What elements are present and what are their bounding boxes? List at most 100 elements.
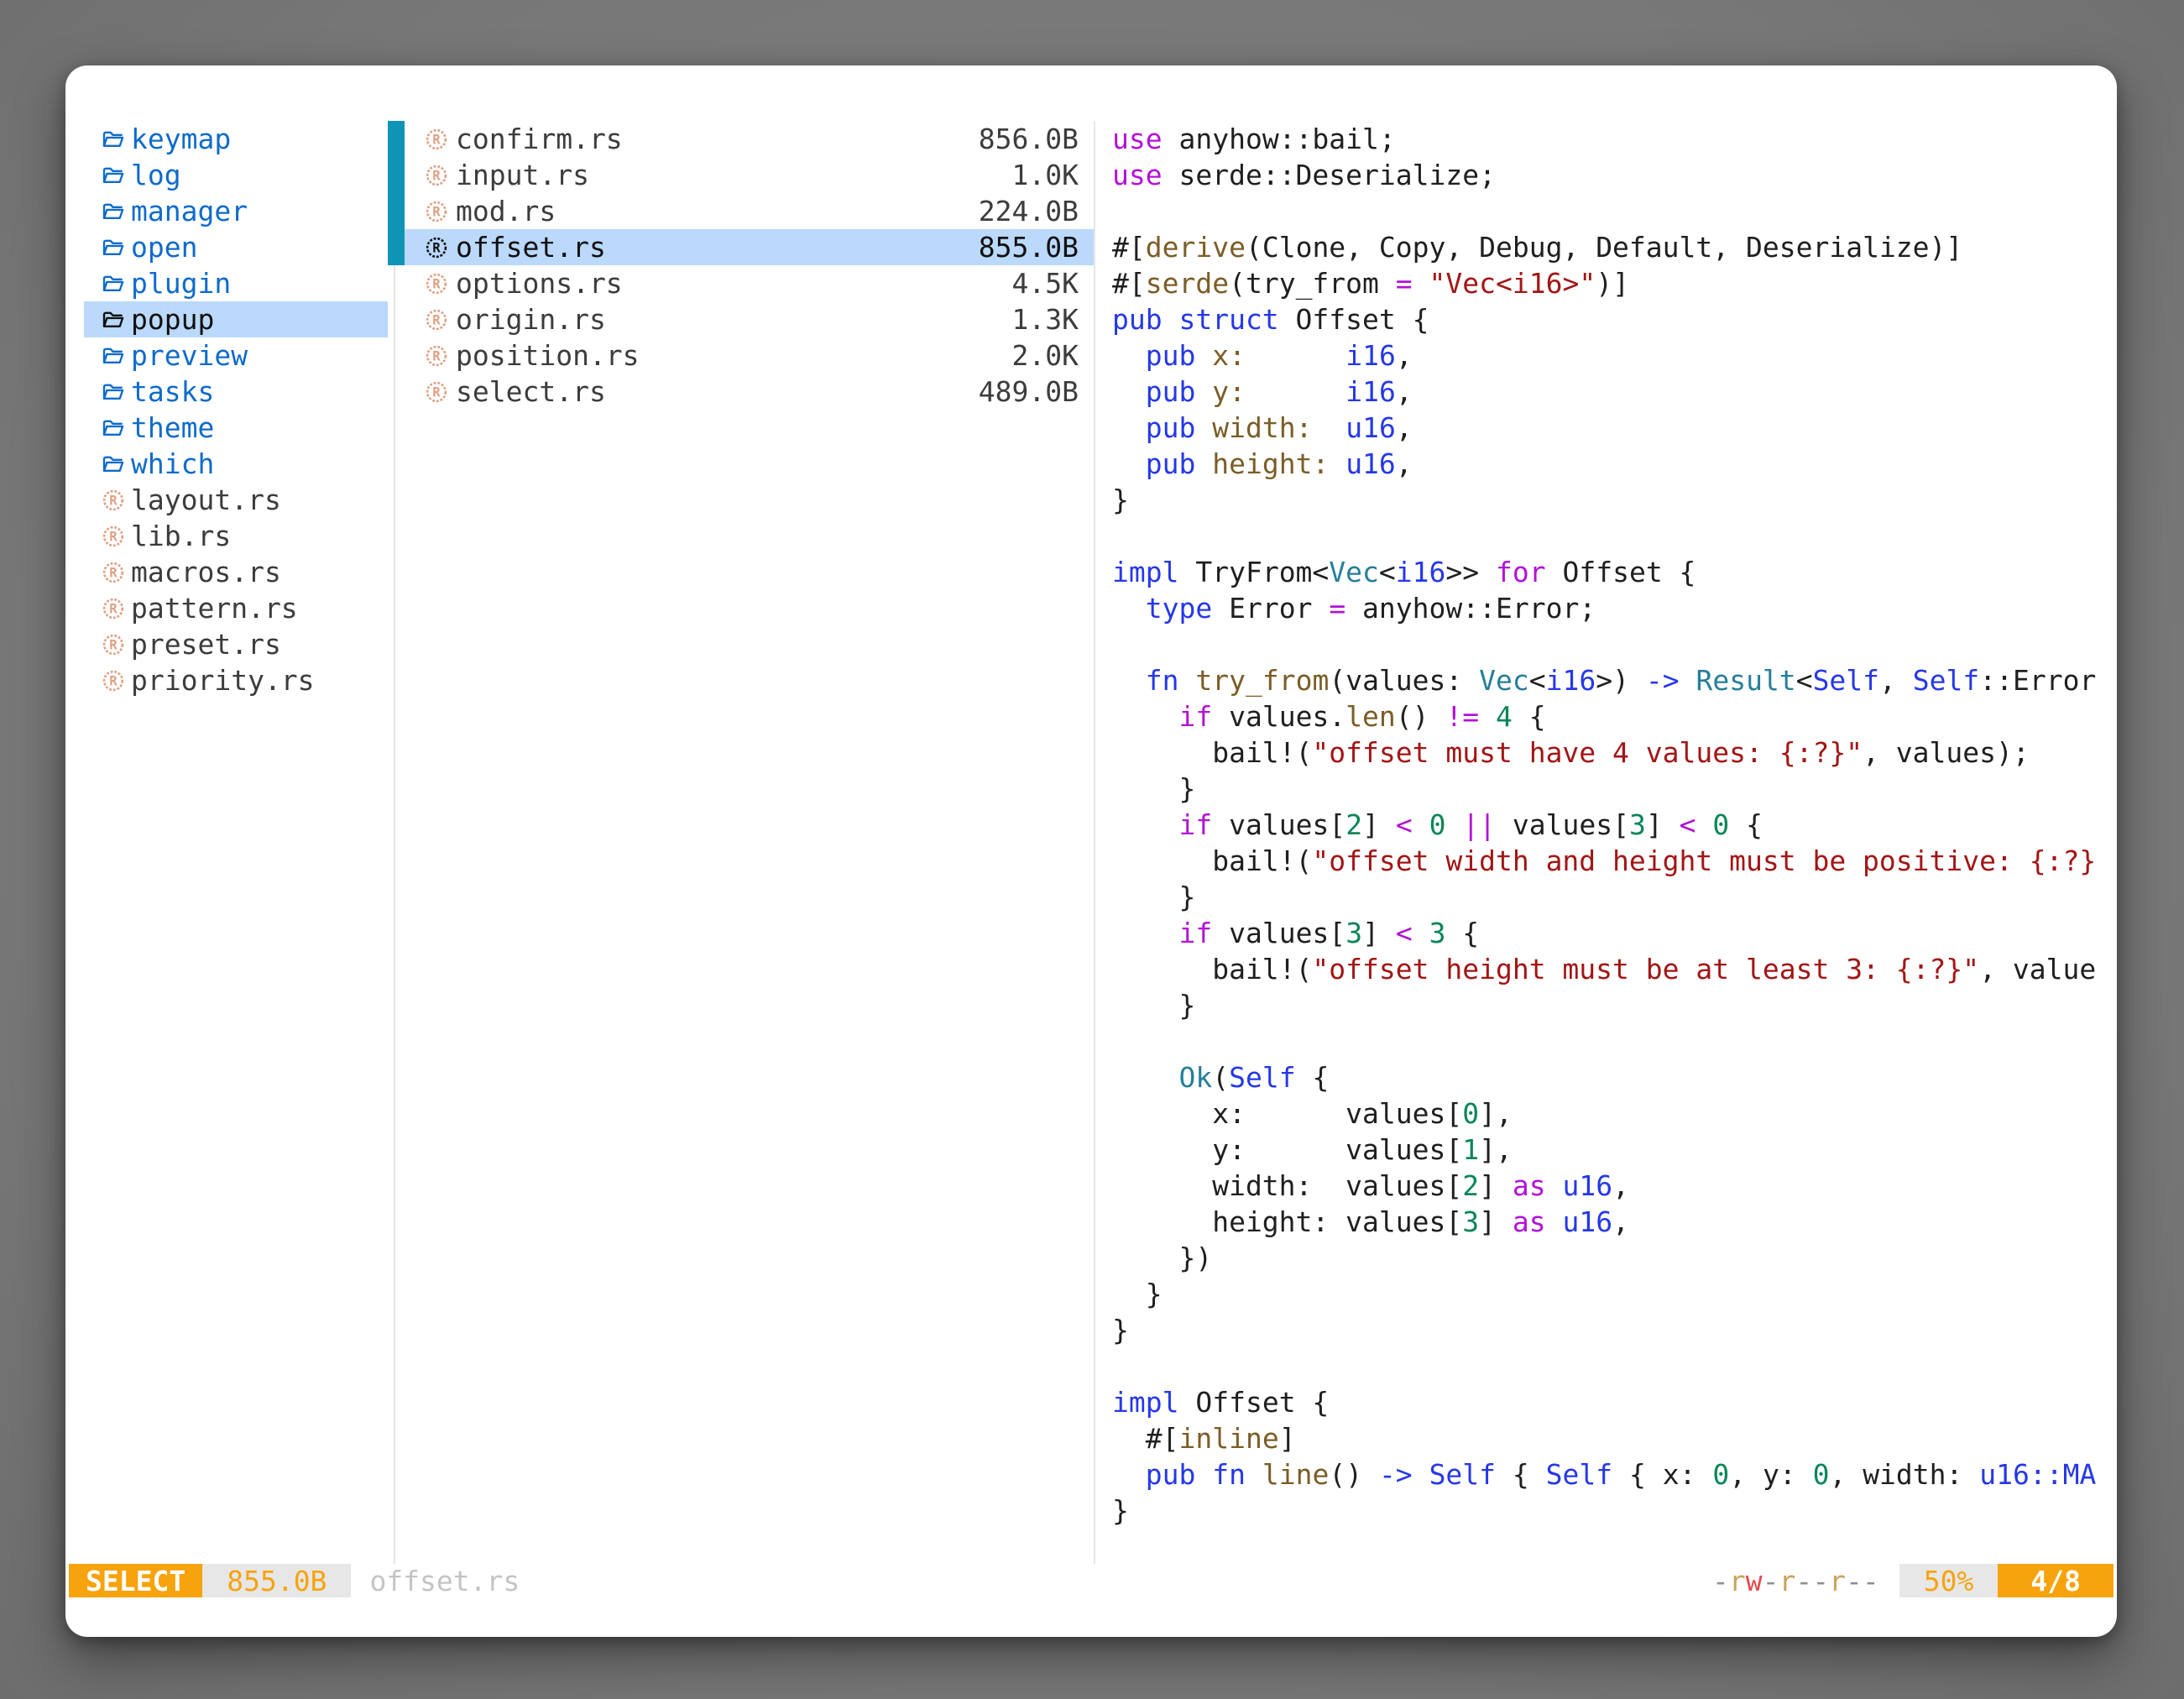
parent-item-preset-rs[interactable]: Rpreset.rs: [84, 626, 388, 662]
file-row-confirm-rs[interactable]: Rconfirm.rs 856.0B: [405, 121, 1094, 157]
rust-file-icon: R: [424, 199, 449, 224]
file-name: input.rs: [456, 159, 589, 191]
code-line: [1112, 193, 2117, 229]
parent-item-keymap[interactable]: keymap: [84, 121, 388, 157]
folder-open-icon: [101, 163, 126, 188]
svg-text:R: R: [432, 132, 441, 147]
parent-item-label: log: [131, 159, 181, 191]
status-bar-right: -rw-r--r-- 50% 4/8: [1712, 1564, 2113, 1597]
folder-open-icon: [101, 452, 126, 477]
parent-item-plugin[interactable]: plugin: [84, 265, 388, 301]
folder-open-icon: [101, 235, 126, 260]
file-size: 224.0B: [979, 195, 1079, 227]
file-size: 856.0B: [979, 123, 1079, 155]
folder-open-icon: [101, 271, 126, 296]
scroll-percent-chip: 50%: [1899, 1564, 1999, 1597]
code-line: [1112, 626, 2117, 662]
file-preview-pane: use anyhow::bail;use serde::Deserialize;…: [1112, 121, 2117, 1564]
rust-file-icon: R: [101, 668, 126, 693]
code-line: y: values[1],: [1112, 1132, 2117, 1168]
code-line: pub fn line() -> Self { Self { x: 0, y: …: [1112, 1456, 2117, 1493]
file-name: origin.rs: [456, 303, 606, 336]
parent-item-label: keymap: [131, 123, 231, 155]
code-line: }: [1112, 482, 2117, 518]
file-row-position-rs[interactable]: Rposition.rs2.0K: [405, 337, 1094, 374]
code-line: if values[2] < 0 || values[3] < 0 {: [1112, 807, 2117, 843]
folder-open-icon: [101, 127, 126, 152]
code-line: #[inline]: [1112, 1420, 2117, 1456]
file-name: select.rs: [456, 375, 606, 408]
code-line: }: [1112, 879, 2117, 915]
code-line: if values[3] < 3 {: [1112, 915, 2117, 951]
current-directory-pane: Rconfirm.rs 856.0B Rinput.rs 1.0K Rmod.rs 224…: [405, 121, 1094, 410]
code-line: impl TryFrom<Vec<i16>> for Offset {: [1112, 554, 2117, 590]
parent-item-preview[interactable]: preview: [84, 337, 388, 374]
parent-item-theme[interactable]: theme: [84, 410, 388, 446]
pane-divider-right: [1094, 121, 1095, 1564]
pane-divider-left: [394, 121, 395, 1564]
code-line: type Error = anyhow::Error;: [1112, 590, 2117, 626]
file-size: 4.5K: [1012, 267, 1079, 300]
parent-item-popup[interactable]: popup: [84, 301, 388, 337]
rust-file-icon: R: [424, 307, 449, 332]
parent-item-macros-rs[interactable]: Rmacros.rs: [84, 554, 388, 590]
code-line: [1112, 1023, 2117, 1059]
mode-badge: SELECT: [69, 1564, 202, 1597]
file-size: 1.0K: [1012, 159, 1079, 191]
svg-text:R: R: [109, 493, 118, 508]
folder-open-icon: [101, 307, 126, 332]
parent-item-which[interactable]: which: [84, 446, 388, 482]
file-row-origin-rs[interactable]: Rorigin.rs 1.3K: [405, 301, 1094, 337]
parent-item-label: preview: [131, 339, 248, 372]
parent-item-lib-rs[interactable]: Rlib.rs: [84, 518, 388, 554]
parent-item-priority-rs[interactable]: Rpriority.rs: [84, 662, 388, 698]
svg-text:R: R: [432, 348, 441, 363]
code-line: Ok(Self {: [1112, 1059, 2117, 1095]
file-row-mod-rs[interactable]: Rmod.rs 224.0B: [405, 193, 1094, 229]
svg-text:R: R: [432, 312, 441, 327]
file-name: offset.rs: [456, 231, 606, 264]
folder-open-icon: [101, 379, 126, 405]
file-permissions: -rw-r--r--: [1712, 1565, 1879, 1597]
parent-item-layout-rs[interactable]: Rlayout.rs: [84, 482, 388, 518]
file-name: confirm.rs: [456, 123, 623, 155]
parent-item-log[interactable]: log: [84, 157, 388, 193]
code-line: #[derive(Clone, Copy, Debug, Default, De…: [1112, 229, 2117, 265]
file-size: 1.3K: [1012, 303, 1079, 336]
code-line: #[serde(try_from = "Vec<i16>")]: [1112, 265, 2117, 301]
file-name: mod.rs: [456, 195, 556, 227]
file-row-options-rs[interactable]: Roptions.rs4.5K: [405, 265, 1094, 301]
parent-item-label: which: [131, 447, 214, 480]
file-row-input-rs[interactable]: Rinput.rs 1.0K: [405, 157, 1094, 193]
code-line: fn try_from(values: Vec<i16>) -> Result<…: [1112, 662, 2117, 698]
list-scrollbar[interactable]: [388, 121, 405, 265]
parent-item-manager[interactable]: manager: [84, 193, 388, 229]
status-bar: SELECT 855.0B offset.rs -rw-r--r-- 50% 4…: [69, 1564, 2113, 1597]
parent-item-tasks[interactable]: tasks: [84, 374, 388, 410]
svg-text:R: R: [109, 529, 118, 544]
parent-item-label: layout.rs: [131, 484, 281, 516]
svg-text:R: R: [109, 565, 118, 580]
parent-item-label: popup: [131, 303, 214, 336]
rust-file-icon: R: [424, 163, 449, 188]
file-row-select-rs[interactable]: Rselect.rs489.0B: [405, 374, 1094, 410]
file-row-offset-rs[interactable]: Roffset.rs855.0B: [405, 229, 1094, 265]
parent-item-label: lib.rs: [131, 520, 231, 552]
file-manager-window: keymap log manageropenpluginpopuppreviewta…: [65, 65, 2117, 1637]
parent-item-label: plugin: [131, 267, 231, 300]
code-line: use serde::Deserialize;: [1112, 157, 2117, 193]
parent-item-pattern-rs[interactable]: Rpattern.rs: [84, 590, 388, 626]
code-line: pub width: u16,: [1112, 410, 2117, 446]
folder-open-icon: [101, 199, 126, 224]
parent-item-label: theme: [131, 411, 214, 444]
code-line: bail!("offset width and height must be p…: [1112, 843, 2117, 879]
code-line: }): [1112, 1240, 2117, 1276]
parent-item-label: manager: [131, 195, 248, 227]
rust-file-icon: R: [101, 560, 126, 585]
parent-item-open[interactable]: open: [84, 229, 388, 265]
svg-text:R: R: [432, 240, 441, 255]
code-line: [1112, 518, 2117, 554]
parent-item-label: pattern.rs: [131, 592, 298, 625]
code-line: height: values[3] as u16,: [1112, 1204, 2117, 1240]
svg-text:R: R: [432, 276, 441, 291]
